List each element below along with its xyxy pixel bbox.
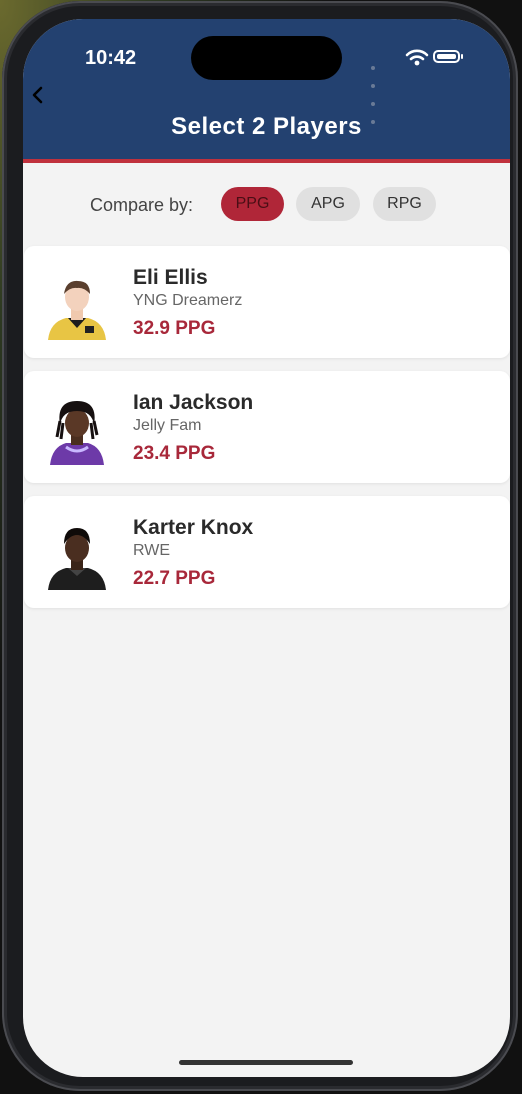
player-team: RWE — [133, 542, 171, 559]
compare-label: Compare by: — [90, 195, 194, 215]
dynamic-island — [191, 36, 342, 80]
status-time: 10:42 — [85, 47, 137, 69]
chip-apg[interactable]: APG — [296, 187, 360, 221]
nav-header: 10:42 Select 2 Players — [23, 19, 510, 163]
wifi-icon — [405, 49, 429, 66]
player-team: YNG Dreamerz — [133, 292, 243, 309]
back-chevron-icon[interactable] — [28, 83, 48, 107]
player-name: Ian Jackson — [133, 391, 254, 414]
player-stat: 22.7 PPG — [133, 568, 216, 589]
battery-tip — [461, 54, 463, 59]
player-stat: 23.4 PPG — [133, 443, 216, 464]
phone-frame: 10:42 Select 2 Players Compare by: PPG A… — [2, 1, 518, 1091]
app-screen: 10:42 Select 2 Players Compare by: PPG A… — [23, 19, 510, 1077]
home-indicator[interactable] — [179, 1060, 353, 1065]
player-card[interactable]: Karter Knox RWE 22.7 PPG — [24, 496, 510, 608]
player-team: Jelly Fam — [133, 417, 202, 434]
page-title: Select 2 Players — [171, 113, 362, 140]
player-card[interactable]: Eli Ellis YNG Dreamerz 32.9 PPG — [24, 246, 510, 358]
player-name: Eli Ellis — [133, 266, 208, 289]
battery-icon — [433, 50, 460, 63]
player-stat: 32.9 PPG — [133, 318, 216, 339]
chip-ppg[interactable]: PPG — [221, 187, 284, 221]
player-card[interactable]: Ian Jackson Jelly Fam 23.4 PPG — [24, 371, 510, 483]
chip-rpg[interactable]: RPG — [373, 187, 436, 221]
player-name: Karter Knox — [133, 516, 254, 539]
player-photo — [50, 401, 104, 465]
player-photo — [48, 528, 106, 590]
compare-by-bar: Compare by: PPG APG RPG — [23, 187, 510, 221]
player-photo — [48, 280, 106, 340]
